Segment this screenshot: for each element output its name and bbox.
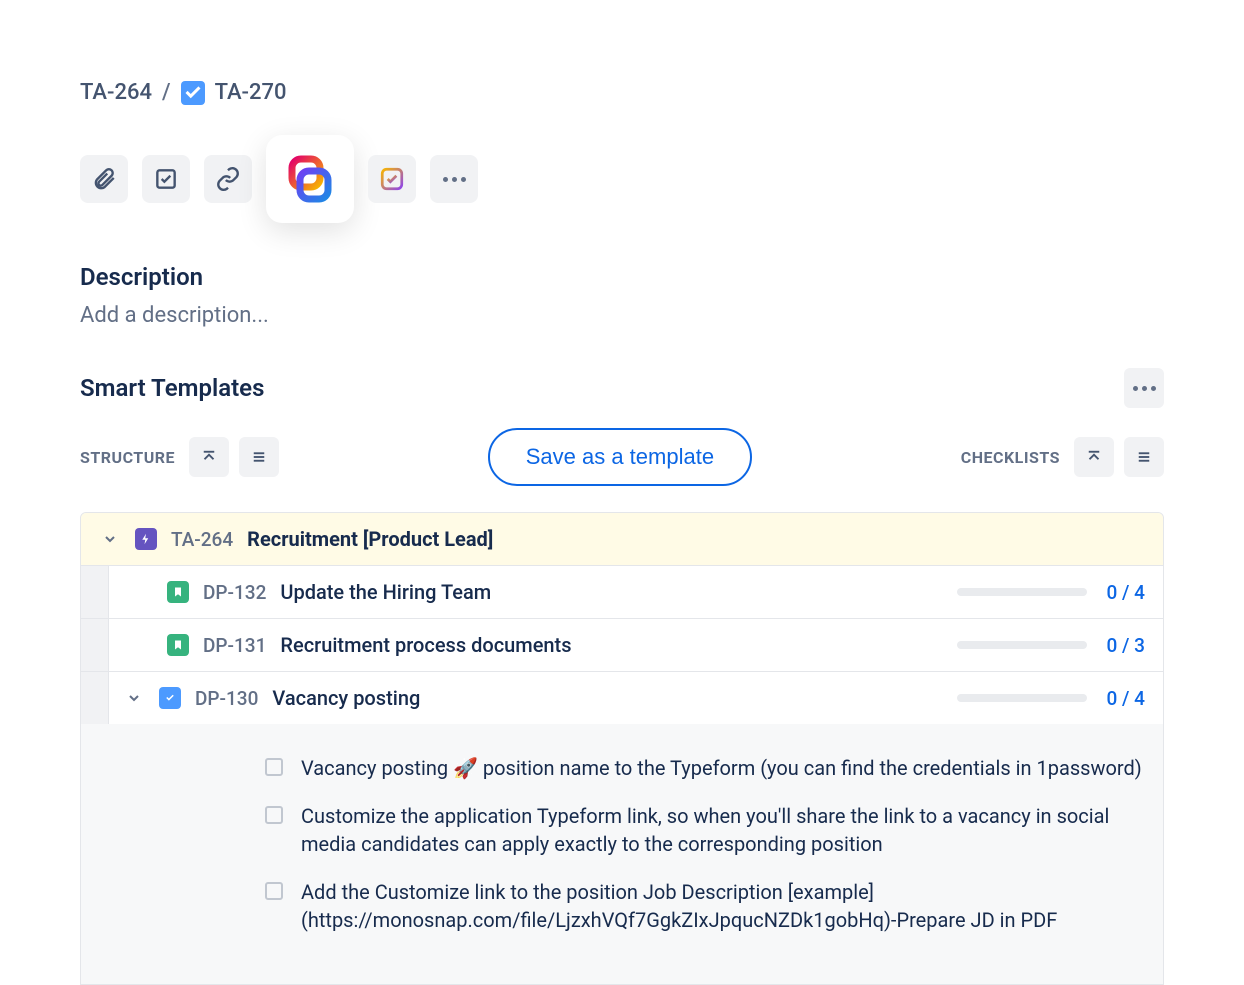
- story-icon: [167, 634, 189, 656]
- progress-text: 0 / 4: [1101, 581, 1145, 604]
- epic-icon: [135, 528, 157, 550]
- link-button[interactable]: [204, 155, 252, 203]
- issue-title: Vacancy posting: [272, 686, 420, 710]
- checklist-item-text: Add the Customize link to the position J…: [301, 878, 1145, 934]
- checklist-item-text: Vacancy posting 🚀 position name to the T…: [301, 754, 1142, 782]
- description-input[interactable]: Add a description...: [80, 303, 1164, 328]
- checklist-panel: Vacancy posting 🚀 position name to the T…: [81, 724, 1163, 984]
- checklist-button[interactable]: [142, 155, 190, 203]
- breadcrumb: TA-264 / TA-270: [80, 80, 1164, 105]
- description-heading: Description: [80, 263, 1164, 291]
- checkbox[interactable]: [265, 806, 283, 824]
- checklists-expand-button[interactable]: [1124, 437, 1164, 477]
- indent-bar: [81, 672, 109, 724]
- progress-bar: [957, 641, 1087, 649]
- issue-tree: TA-264 Recruitment [Product Lead] DP-132…: [80, 512, 1164, 985]
- task-icon: [159, 687, 181, 709]
- structure-collapse-button[interactable]: [189, 437, 229, 477]
- tree-row-parent[interactable]: TA-264 Recruitment [Product Lead]: [81, 513, 1163, 566]
- checkbox[interactable]: [265, 882, 283, 900]
- story-icon: [167, 581, 189, 603]
- chevron-down-icon[interactable]: [99, 528, 121, 550]
- issue-title: Recruitment [Product Lead]: [247, 527, 493, 551]
- checklist-item-text: Customize the application Typeform link,…: [301, 802, 1145, 858]
- task-type-icon: [181, 81, 205, 105]
- structure-expand-button[interactable]: [239, 437, 279, 477]
- checkbox[interactable]: [265, 758, 283, 776]
- checklist-item[interactable]: Add the Customize link to the position J…: [99, 868, 1145, 944]
- save-as-template-button[interactable]: Save as a template: [488, 428, 752, 486]
- checklists-label: CHECKLISTS: [961, 448, 1060, 467]
- smart-checklist-button[interactable]: [368, 155, 416, 203]
- tree-row[interactable]: DP-132 Update the Hiring Team 0 / 4: [81, 566, 1163, 619]
- smart-templates-title: Smart Templates: [80, 374, 264, 402]
- structure-label: STRUCTURE: [80, 448, 175, 467]
- issue-key: DP-131: [203, 634, 266, 657]
- toolbar: [80, 135, 1164, 223]
- issue-key: DP-130: [195, 687, 258, 710]
- progress-bar: [957, 694, 1087, 702]
- issue-key: TA-264: [171, 528, 233, 551]
- progress-text: 0 / 4: [1101, 687, 1145, 710]
- tree-row[interactable]: DP-131 Recruitment process documents 0 /…: [81, 619, 1163, 672]
- issue-title: Recruitment process documents: [280, 633, 571, 657]
- tree-row[interactable]: DP-130 Vacancy posting 0 / 4: [81, 672, 1163, 724]
- breadcrumb-separator: /: [162, 80, 171, 105]
- progress-bar: [957, 588, 1087, 596]
- section-more-button[interactable]: [1124, 368, 1164, 408]
- indent-bar: [81, 566, 109, 618]
- checklists-collapse-button[interactable]: [1074, 437, 1114, 477]
- more-button[interactable]: [430, 155, 478, 203]
- chevron-down-icon[interactable]: [123, 687, 145, 709]
- attach-button[interactable]: [80, 155, 128, 203]
- breadcrumb-parent[interactable]: TA-264: [80, 80, 152, 105]
- indent-bar: [81, 619, 109, 671]
- issue-key: DP-132: [203, 581, 266, 604]
- checklist-item[interactable]: Customize the application Typeform link,…: [99, 792, 1145, 868]
- app-icon-button[interactable]: [266, 135, 354, 223]
- issue-title: Update the Hiring Team: [280, 580, 491, 604]
- checklist-item[interactable]: Vacancy posting 🚀 position name to the T…: [99, 744, 1145, 792]
- progress-text: 0 / 3: [1101, 634, 1145, 657]
- breadcrumb-current[interactable]: TA-270: [215, 80, 287, 105]
